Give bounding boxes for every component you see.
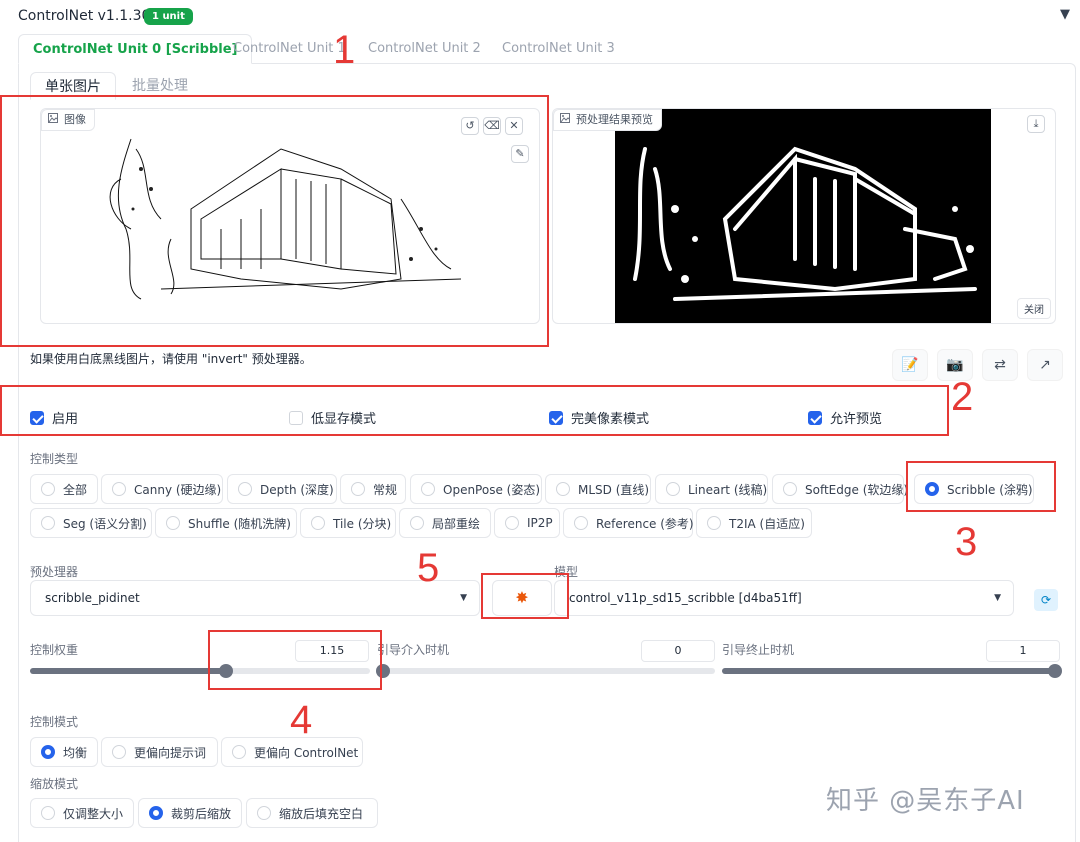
annotation-number-4: 4 xyxy=(290,698,313,742)
eraser-icon[interactable]: ⌫ xyxy=(483,117,501,135)
chevron-down-icon: ▼ xyxy=(460,593,467,603)
annotation-number-1: 1 xyxy=(333,28,356,72)
image-icon xyxy=(48,109,58,131)
image-icon xyxy=(560,109,570,131)
radio-dot xyxy=(351,482,365,496)
radio-dot xyxy=(166,516,180,530)
send-dimensions-icon[interactable]: ↗ xyxy=(1027,349,1063,381)
close-icon[interactable]: ✕ xyxy=(505,117,523,135)
tab-unit-3[interactable]: ControlNet Unit 3 xyxy=(488,34,629,64)
image-panel-label: 图像 xyxy=(41,109,95,131)
preview-image xyxy=(615,109,991,323)
control-type-seg[interactable]: Seg (语义分割) xyxy=(30,508,152,538)
weight-label: 控制权重 xyxy=(30,643,79,657)
guidance-start-input[interactable]: 0 xyxy=(641,640,715,662)
radio-dot xyxy=(41,516,55,530)
annotation-number-2: 2 xyxy=(951,375,974,419)
resize-mode-just-resize[interactable]: 仅调整大小 xyxy=(30,798,134,828)
guidance-start-label: 引导介入时机 xyxy=(377,643,450,657)
radio-dot xyxy=(41,745,55,759)
annotation-box-3 xyxy=(906,461,1056,512)
control-type-canny[interactable]: Canny (硬边缘) xyxy=(101,474,223,504)
extension-title: ControlNet v1.1.306 xyxy=(18,8,160,24)
radio-dot xyxy=(574,516,588,530)
control-type-t2ia[interactable]: T2IA (自适应) xyxy=(696,508,812,538)
radio-dot xyxy=(410,516,424,530)
annotation-number-3: 3 xyxy=(955,520,978,564)
control-mode-prompt[interactable]: 更偏向提示词 xyxy=(101,737,218,767)
guidance-end-slider-fill xyxy=(722,668,1055,674)
radio-dot xyxy=(149,806,163,820)
resize-mode-crop[interactable]: 裁剪后缩放 xyxy=(138,798,242,828)
radio-dot xyxy=(783,482,797,496)
control-mode-label: 控制模式 xyxy=(30,715,79,729)
radio-dot xyxy=(707,516,721,530)
invert-hint: 如果使用白底黑线图片，请使用 "invert" 预处理器。 xyxy=(30,352,312,366)
radio-dot xyxy=(41,482,55,496)
radio-dot xyxy=(41,806,55,820)
preview-panel-label: 预处理结果预览 xyxy=(553,109,662,131)
unit-tabs: ControlNet Unit 0 [Scribble] ControlNet … xyxy=(18,34,1070,64)
control-mode-balanced[interactable]: 均衡 xyxy=(30,737,98,767)
tab-unit-2[interactable]: ControlNet Unit 2 xyxy=(354,34,495,64)
guidance-end-label: 引导终止时机 xyxy=(722,643,795,657)
download-icon[interactable]: ⤓ xyxy=(1027,115,1045,133)
radio-dot xyxy=(232,745,246,759)
swap-icon[interactable]: ⇄ xyxy=(982,349,1018,381)
control-type-softedge[interactable]: SoftEdge (软边缘) xyxy=(772,474,908,504)
control-type-lineart[interactable]: Lineart (线稿) xyxy=(655,474,768,504)
annotation-box-5 xyxy=(481,573,569,619)
guidance-end-slider-thumb[interactable] xyxy=(1048,664,1062,678)
resize-mode-label: 缩放模式 xyxy=(30,777,79,791)
control-type-shuffle[interactable]: Shuffle (随机洗牌) xyxy=(155,508,297,538)
preview-close-button[interactable]: 关闭 xyxy=(1017,298,1051,319)
guidance-start-slider[interactable] xyxy=(376,664,715,678)
preprocessor-label: 预处理器 xyxy=(30,565,79,579)
triangle-down-icon[interactable]: ▼ xyxy=(1060,7,1070,22)
control-type-ip2p[interactable]: IP2P xyxy=(494,508,560,538)
model-select[interactable]: control_v11p_sd15_scribble [d4ba51ff] ▼ xyxy=(554,580,1014,616)
control-type-normal[interactable]: 常规 xyxy=(340,474,406,504)
control-type-inpaint[interactable]: 局部重绘 xyxy=(399,508,491,538)
radio-dot xyxy=(311,516,325,530)
annotation-number-5: 5 xyxy=(417,546,440,590)
radio-dot xyxy=(505,516,519,530)
edit-icon[interactable]: 📝 xyxy=(892,349,928,381)
control-type-all[interactable]: 全部 xyxy=(30,474,98,504)
radio-dot xyxy=(257,806,271,820)
preprocessor-select[interactable]: scribble_pidinet ▼ xyxy=(30,580,480,616)
radio-dot xyxy=(421,482,435,496)
refresh-icon[interactable]: ⟳ xyxy=(1034,589,1058,611)
annotation-box-4 xyxy=(208,630,382,690)
radio-dot xyxy=(112,482,126,496)
annotation-box-2 xyxy=(0,385,949,436)
tab-unit-0[interactable]: ControlNet Unit 0 [Scribble] xyxy=(18,34,253,64)
undo-icon[interactable]: ↺ xyxy=(461,117,479,135)
radio-dot xyxy=(238,482,252,496)
control-type-depth[interactable]: Depth (深度) xyxy=(227,474,337,504)
chevron-down-icon: ▼ xyxy=(994,593,1001,603)
control-type-label: 控制类型 xyxy=(30,452,79,466)
control-type-mlsd[interactable]: MLSD (直线) xyxy=(545,474,651,504)
preprocessor-preview-panel: 预处理结果预览 ⤓ 关闭 xyxy=(552,108,1056,324)
control-type-reference[interactable]: Reference (参考) xyxy=(563,508,694,538)
brush-icon[interactable]: ✎ xyxy=(511,145,529,163)
guidance-end-input[interactable]: 1 xyxy=(986,640,1060,662)
radio-dot xyxy=(556,482,570,496)
weight-slider-fill xyxy=(30,668,226,674)
watermark: 知乎 @吴东子AI xyxy=(826,786,1025,816)
resize-mode-fill[interactable]: 缩放后填充空白 xyxy=(246,798,378,828)
radio-dot xyxy=(112,745,126,759)
radio-dot xyxy=(666,482,680,496)
guidance-end-slider[interactable] xyxy=(722,664,1062,678)
unit-count-badge: 1 unit xyxy=(144,8,193,25)
control-type-openpose[interactable]: OpenPose (姿态) xyxy=(410,474,542,504)
control-type-tile[interactable]: Tile (分块) xyxy=(300,508,396,538)
